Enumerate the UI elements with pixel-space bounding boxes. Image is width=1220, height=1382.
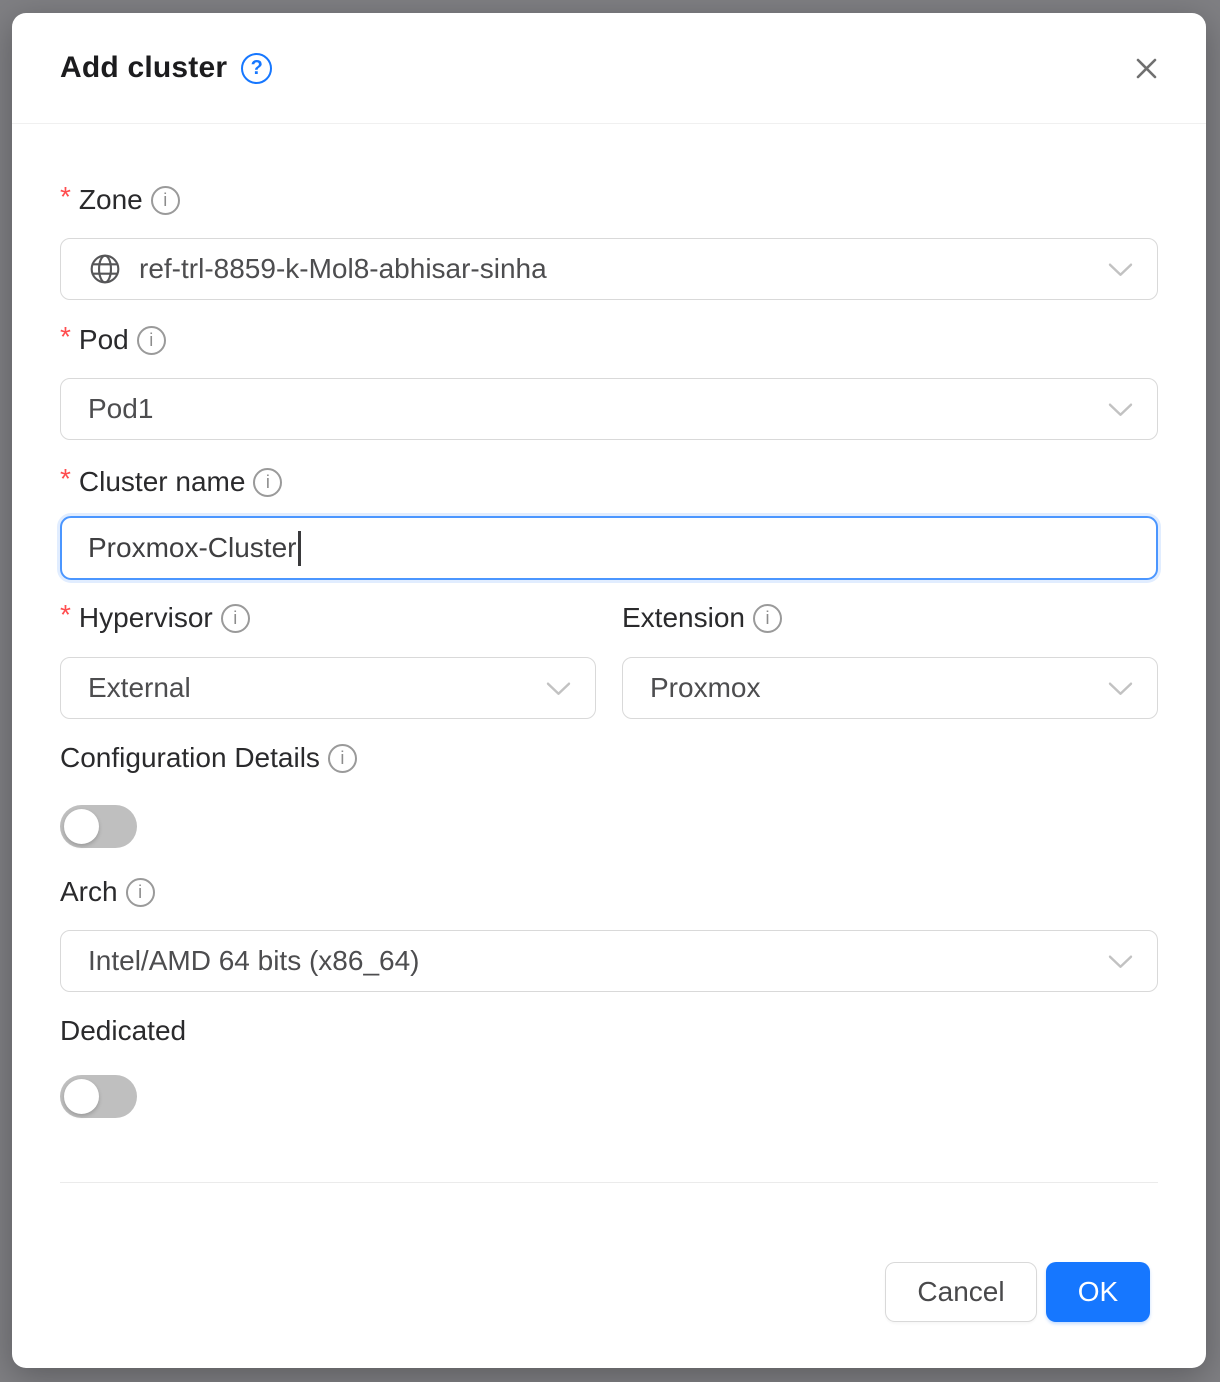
modal-body: * Zone i ref-trl-8859-k-Mol8-abhisar-sin… xyxy=(12,124,1206,1322)
required-marker: * xyxy=(60,322,71,352)
zone-select-value: ref-trl-8859-k-Mol8-abhisar-sinha xyxy=(139,253,547,285)
cluster-name-label-text: Cluster name xyxy=(79,467,246,497)
extension-select[interactable]: Proxmox xyxy=(622,657,1158,719)
dedicated-label: Dedicated xyxy=(60,1016,1158,1046)
modal-footer: Cancel OK xyxy=(60,1183,1158,1322)
zone-info-icon[interactable]: i xyxy=(151,186,180,215)
hypervisor-label-text: Hypervisor xyxy=(79,602,213,634)
extension-label: Extension i xyxy=(622,602,1158,634)
hypervisor-label: * Hypervisor i xyxy=(60,602,596,634)
help-icon[interactable]: ? xyxy=(241,53,272,84)
extension-select-value: Proxmox xyxy=(650,672,760,704)
chevron-down-icon xyxy=(546,682,571,697)
toggle-handle xyxy=(64,1079,99,1114)
modal-overlay: { "modal": { "title": "Add cluster", "re… xyxy=(0,0,1220,1382)
arch-label-text: Arch xyxy=(60,877,118,907)
chevron-down-icon xyxy=(1108,263,1133,278)
required-marker: * xyxy=(60,464,71,494)
hypervisor-select-value: External xyxy=(88,672,191,704)
hypervisor-info-icon[interactable]: i xyxy=(221,604,250,633)
pod-label: * Pod i xyxy=(60,325,1158,355)
dedicated-toggle[interactable] xyxy=(60,1075,137,1118)
pod-label-text: Pod xyxy=(79,325,129,355)
pod-select[interactable]: Pod1 xyxy=(60,378,1158,440)
chevron-down-icon xyxy=(1108,682,1133,697)
cluster-name-value: Proxmox-Cluster xyxy=(88,532,296,564)
configuration-details-label-text: Configuration Details xyxy=(60,743,320,773)
modal-header: Add cluster ? xyxy=(12,13,1206,124)
configuration-details-toggle[interactable] xyxy=(60,805,137,848)
required-marker: * xyxy=(60,182,71,212)
hypervisor-select[interactable]: External xyxy=(60,657,596,719)
cluster-name-input[interactable]: Proxmox-Cluster xyxy=(60,516,1158,580)
text-cursor xyxy=(298,531,301,566)
arch-select-value: Intel/AMD 64 bits (x86_64) xyxy=(88,945,420,977)
toggle-handle xyxy=(64,809,99,844)
close-button[interactable] xyxy=(1126,48,1166,88)
zone-label-text: Zone xyxy=(79,185,143,215)
cancel-button[interactable]: Cancel xyxy=(885,1262,1037,1322)
arch-label: Arch i xyxy=(60,877,1158,907)
chevron-down-icon xyxy=(1108,955,1133,970)
dedicated-label-text: Dedicated xyxy=(60,1016,186,1046)
pod-select-value: Pod1 xyxy=(88,393,153,425)
arch-info-icon[interactable]: i xyxy=(126,878,155,907)
configuration-details-info-icon[interactable]: i xyxy=(328,744,357,773)
extension-label-text: Extension xyxy=(622,602,745,634)
cluster-name-label: * Cluster name i xyxy=(60,467,1158,497)
hypervisor-extension-row: * Hypervisor i External Extension i P xyxy=(60,602,1158,719)
pod-info-icon[interactable]: i xyxy=(137,326,166,355)
page-title: Add cluster xyxy=(60,51,227,85)
extension-info-icon[interactable]: i xyxy=(753,604,782,633)
required-marker: * xyxy=(60,599,71,631)
configuration-details-label: Configuration Details i xyxy=(60,743,1158,773)
zone-select[interactable]: ref-trl-8859-k-Mol8-abhisar-sinha xyxy=(60,238,1158,300)
add-cluster-modal: Add cluster ? * Zone i ref-trl-8859-k-Mo… xyxy=(12,13,1206,1368)
ok-button[interactable]: OK xyxy=(1046,1262,1150,1322)
close-icon xyxy=(1131,53,1162,84)
zone-label: * Zone i xyxy=(60,185,1158,215)
arch-select[interactable]: Intel/AMD 64 bits (x86_64) xyxy=(60,930,1158,992)
chevron-down-icon xyxy=(1108,403,1133,418)
globe-icon xyxy=(88,252,122,286)
cluster-name-info-icon[interactable]: i xyxy=(253,468,282,497)
